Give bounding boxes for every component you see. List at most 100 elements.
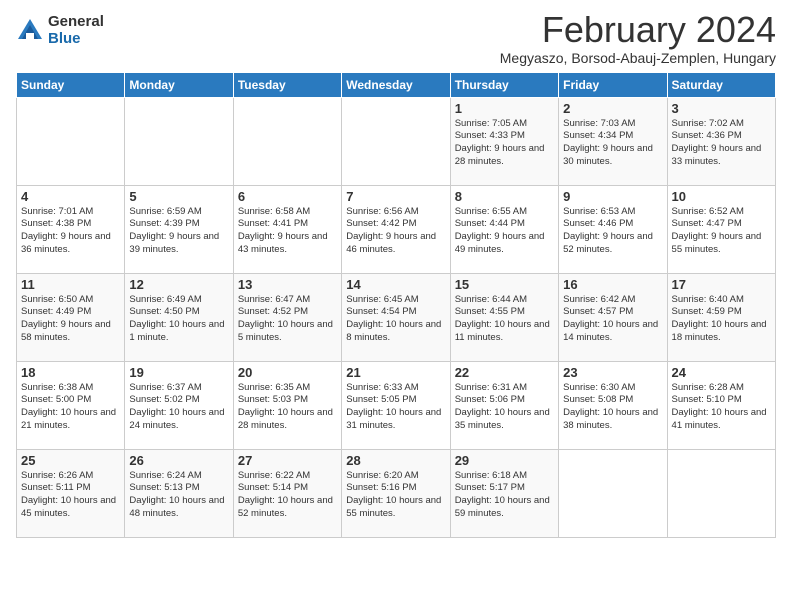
calendar-cell: 18 Sunrise: 6:38 AMSunset: 5:00 PMDayligh… bbox=[17, 361, 125, 449]
calendar-cell bbox=[559, 449, 667, 537]
day-number: 17 bbox=[672, 277, 771, 292]
calendar-cell: 28Sunrise: 6:20 AMSunset: 5:16 PMDayligh… bbox=[342, 449, 450, 537]
day-number: 11 bbox=[21, 277, 120, 292]
header: General Blue February 2024 Megyaszo, Bor… bbox=[16, 10, 776, 66]
calendar-cell: 23 Sunrise: 6:30 AMSunset: 5:08 PMDayligh… bbox=[559, 361, 667, 449]
calendar-cell: 1 Sunrise: 7:05 AMSunset: 4:33 PMDaylight… bbox=[450, 97, 558, 185]
calendar-cell: 2 Sunrise: 7:03 AMSunset: 4:34 PMDaylight… bbox=[559, 97, 667, 185]
day-info: Sunrise: 6:49 AMSunset: 4:50 PMDaylight:… bbox=[129, 294, 228, 345]
cal-subtitle: Megyaszo, Borsod-Abauj-Zemplen, Hungary bbox=[500, 50, 776, 66]
calendar-cell: 8 Sunrise: 6:55 AMSunset: 4:44 PMDaylight… bbox=[450, 185, 558, 273]
day-number: 15 bbox=[455, 277, 554, 292]
day-number: 9 bbox=[563, 189, 662, 204]
logo: General Blue bbox=[16, 14, 104, 47]
day-info: Sunrise: 6:37 AMSunset: 5:02 PMDaylight:… bbox=[129, 382, 228, 433]
day-number: 13 bbox=[238, 277, 337, 292]
day-number: 27 bbox=[238, 453, 337, 468]
dow-header: Sunday bbox=[17, 72, 125, 97]
dow-header: Friday bbox=[559, 72, 667, 97]
day-info: Sunrise: 7:02 AMSunset: 4:36 PMDaylight:… bbox=[672, 118, 771, 169]
day-number: 10 bbox=[672, 189, 771, 204]
calendar-cell: 20 Sunrise: 6:35 AMSunset: 5:03 PMDayligh… bbox=[233, 361, 341, 449]
calendar-week-row: 1 Sunrise: 7:05 AMSunset: 4:33 PMDaylight… bbox=[17, 97, 776, 185]
day-info: Sunrise: 6:56 AMSunset: 4:42 PMDaylight:… bbox=[346, 206, 445, 257]
day-number: 20 bbox=[238, 365, 337, 380]
day-number: 18 bbox=[21, 365, 120, 380]
day-number: 24 bbox=[672, 365, 771, 380]
calendar-cell bbox=[667, 449, 775, 537]
page: General Blue February 2024 Megyaszo, Bor… bbox=[0, 0, 792, 612]
calendar-body: 1 Sunrise: 7:05 AMSunset: 4:33 PMDaylight… bbox=[17, 97, 776, 537]
logo-icon bbox=[16, 17, 44, 45]
dow-header: Thursday bbox=[450, 72, 558, 97]
days-of-week-row: SundayMondayTuesdayWednesdayThursdayFrid… bbox=[17, 72, 776, 97]
day-info: Sunrise: 7:05 AMSunset: 4:33 PMDaylight:… bbox=[455, 118, 554, 169]
day-info: Sunrise: 7:03 AMSunset: 4:34 PMDaylight:… bbox=[563, 118, 662, 169]
calendar-cell: 19 Sunrise: 6:37 AMSunset: 5:02 PMDayligh… bbox=[125, 361, 233, 449]
day-number: 21 bbox=[346, 365, 445, 380]
day-info: Sunrise: 6:31 AMSunset: 5:06 PMDaylight:… bbox=[455, 382, 554, 433]
calendar-cell: 22Sunrise: 6:31 AMSunset: 5:06 PMDayligh… bbox=[450, 361, 558, 449]
day-info: Sunrise: 6:47 AMSunset: 4:52 PMDaylight:… bbox=[238, 294, 337, 345]
calendar-cell: 6Sunrise: 6:58 AMSunset: 4:41 PMDaylight… bbox=[233, 185, 341, 273]
day-info: Sunrise: 6:30 AMSunset: 5:08 PMDaylight:… bbox=[563, 382, 662, 433]
calendar: SundayMondayTuesdayWednesdayThursdayFrid… bbox=[16, 72, 776, 538]
dow-header: Monday bbox=[125, 72, 233, 97]
calendar-cell: 29Sunrise: 6:18 AMSunset: 5:17 PMDayligh… bbox=[450, 449, 558, 537]
calendar-cell: 27Sunrise: 6:22 AMSunset: 5:14 PMDayligh… bbox=[233, 449, 341, 537]
day-number: 4 bbox=[21, 189, 120, 204]
day-number: 5 bbox=[129, 189, 228, 204]
day-number: 19 bbox=[129, 365, 228, 380]
day-info: Sunrise: 7:01 AMSunset: 4:38 PMDaylight:… bbox=[21, 206, 120, 257]
calendar-cell bbox=[342, 97, 450, 185]
calendar-cell: 13 Sunrise: 6:47 AMSunset: 4:52 PMDayligh… bbox=[233, 273, 341, 361]
day-number: 25 bbox=[21, 453, 120, 468]
calendar-cell: 5 Sunrise: 6:59 AMSunset: 4:39 PMDaylight… bbox=[125, 185, 233, 273]
day-number: 23 bbox=[563, 365, 662, 380]
dow-header: Wednesday bbox=[342, 72, 450, 97]
logo-general: General bbox=[48, 14, 104, 31]
day-number: 1 bbox=[455, 101, 554, 116]
calendar-cell: 7 Sunrise: 6:56 AMSunset: 4:42 PMDaylight… bbox=[342, 185, 450, 273]
day-info: Sunrise: 6:24 AMSunset: 5:13 PMDaylight:… bbox=[129, 470, 228, 521]
day-number: 26 bbox=[129, 453, 228, 468]
day-info: Sunrise: 6:35 AMSunset: 5:03 PMDaylight:… bbox=[238, 382, 337, 433]
day-number: 2 bbox=[563, 101, 662, 116]
day-info: Sunrise: 6:44 AMSunset: 4:55 PMDaylight:… bbox=[455, 294, 554, 345]
day-info: Sunrise: 6:38 AMSunset: 5:00 PMDaylight:… bbox=[21, 382, 120, 433]
day-number: 7 bbox=[346, 189, 445, 204]
day-info: Sunrise: 6:58 AMSunset: 4:41 PMDaylight:… bbox=[238, 206, 337, 257]
calendar-week-row: 18 Sunrise: 6:38 AMSunset: 5:00 PMDayligh… bbox=[17, 361, 776, 449]
calendar-cell: 17 Sunrise: 6:40 AMSunset: 4:59 PMDayligh… bbox=[667, 273, 775, 361]
day-info: Sunrise: 6:26 AMSunset: 5:11 PMDaylight:… bbox=[21, 470, 120, 521]
calendar-cell: 11 Sunrise: 6:50 AMSunset: 4:49 PMDayligh… bbox=[17, 273, 125, 361]
day-info: Sunrise: 6:42 AMSunset: 4:57 PMDaylight:… bbox=[563, 294, 662, 345]
calendar-cell: 4 Sunrise: 7:01 AMSunset: 4:38 PMDaylight… bbox=[17, 185, 125, 273]
day-info: Sunrise: 6:59 AMSunset: 4:39 PMDaylight:… bbox=[129, 206, 228, 257]
calendar-cell: 9 Sunrise: 6:53 AMSunset: 4:46 PMDaylight… bbox=[559, 185, 667, 273]
calendar-cell: 12 Sunrise: 6:49 AMSunset: 4:50 PMDayligh… bbox=[125, 273, 233, 361]
day-info: Sunrise: 6:45 AMSunset: 4:54 PMDaylight:… bbox=[346, 294, 445, 345]
day-number: 14 bbox=[346, 277, 445, 292]
dow-header: Saturday bbox=[667, 72, 775, 97]
calendar-cell: 14 Sunrise: 6:45 AMSunset: 4:54 PMDayligh… bbox=[342, 273, 450, 361]
calendar-cell: 3 Sunrise: 7:02 AMSunset: 4:36 PMDaylight… bbox=[667, 97, 775, 185]
day-info: Sunrise: 6:50 AMSunset: 4:49 PMDaylight:… bbox=[21, 294, 120, 345]
day-info: Sunrise: 6:55 AMSunset: 4:44 PMDaylight:… bbox=[455, 206, 554, 257]
day-number: 12 bbox=[129, 277, 228, 292]
calendar-week-row: 4 Sunrise: 7:01 AMSunset: 4:38 PMDaylight… bbox=[17, 185, 776, 273]
day-number: 16 bbox=[563, 277, 662, 292]
day-info: Sunrise: 6:40 AMSunset: 4:59 PMDaylight:… bbox=[672, 294, 771, 345]
calendar-cell: 26 Sunrise: 6:24 AMSunset: 5:13 PMDayligh… bbox=[125, 449, 233, 537]
day-number: 8 bbox=[455, 189, 554, 204]
day-info: Sunrise: 6:53 AMSunset: 4:46 PMDaylight:… bbox=[563, 206, 662, 257]
title-block: February 2024 Megyaszo, Borsod-Abauj-Zem… bbox=[500, 10, 776, 66]
day-info: Sunrise: 6:28 AMSunset: 5:10 PMDaylight:… bbox=[672, 382, 771, 433]
day-number: 29 bbox=[455, 453, 554, 468]
dow-header: Tuesday bbox=[233, 72, 341, 97]
calendar-cell: 21Sunrise: 6:33 AMSunset: 5:05 PMDayligh… bbox=[342, 361, 450, 449]
cal-title: February 2024 bbox=[500, 10, 776, 50]
calendar-cell: 16 Sunrise: 6:42 AMSunset: 4:57 PMDayligh… bbox=[559, 273, 667, 361]
day-info: Sunrise: 6:20 AMSunset: 5:16 PMDaylight:… bbox=[346, 470, 445, 521]
day-number: 3 bbox=[672, 101, 771, 116]
